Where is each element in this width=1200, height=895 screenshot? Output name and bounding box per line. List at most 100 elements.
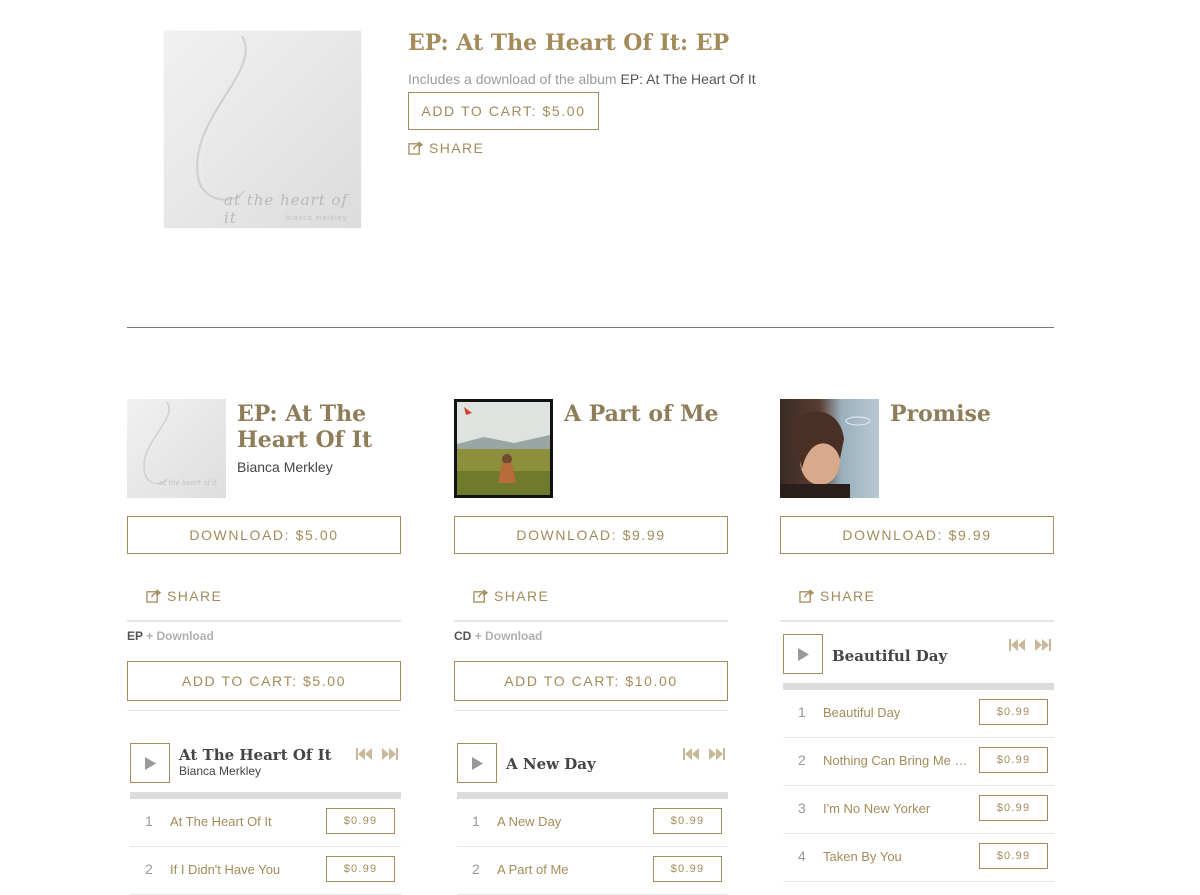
share-button[interactable]: SHARE	[799, 588, 875, 604]
play-icon	[471, 756, 483, 770]
track-row[interactable]: 1 A New Day $0.99	[457, 799, 728, 847]
share-label: SHARE	[820, 588, 876, 604]
album-thumb[interactable]	[780, 399, 879, 498]
track-name[interactable]: Taken By You	[823, 849, 973, 864]
thumb-landscape-art	[457, 402, 550, 495]
includes-prefix: Includes a download of the album	[408, 71, 617, 87]
track-name[interactable]: If I Didn't Have You	[170, 862, 320, 877]
skip-back-icon[interactable]	[356, 747, 372, 760]
track-name[interactable]: I'm No New Yorker	[823, 801, 973, 816]
share-button[interactable]: SHARE	[473, 588, 549, 604]
track-number: 1	[145, 813, 153, 829]
share-label: SHARE	[494, 588, 550, 604]
rule	[454, 620, 728, 622]
feature-title: EP: At The Heart Of It: EP	[408, 30, 730, 56]
player-track-artist: Bianca Merkley	[179, 764, 262, 778]
includes-album-link[interactable]: EP: At The Heart Of It	[620, 71, 755, 87]
player-track-name: A New Day	[506, 755, 596, 773]
track-list: 1 At The Heart Of It $0.99 2 If I Didn't…	[130, 799, 401, 895]
skip-forward-icon[interactable]	[382, 747, 398, 760]
feature-share-button[interactable]: SHARE	[408, 140, 484, 156]
track-number: 2	[472, 861, 480, 877]
progress-bar[interactable]	[783, 683, 1054, 690]
play-button[interactable]	[457, 743, 497, 783]
feature-includes: Includes a download of the album EP: At …	[408, 71, 756, 87]
format-type: EP	[127, 629, 143, 643]
skip-back-icon[interactable]	[683, 747, 699, 760]
rule	[127, 710, 401, 711]
album-card-promise: Promise DOWNLOAD: $9.99 SHARE Beautiful …	[780, 399, 1054, 882]
download-button[interactable]: DOWNLOAD: $9.99	[780, 516, 1054, 554]
section-divider	[127, 327, 1054, 328]
rule	[127, 620, 401, 622]
track-price-button[interactable]: $0.99	[979, 699, 1048, 725]
progress-bar[interactable]	[457, 792, 728, 799]
player-track-name: Beautiful Day	[832, 647, 948, 665]
cover-artist-text: bianca merkley	[286, 215, 348, 222]
download-button[interactable]: DOWNLOAD: $5.00	[127, 516, 401, 554]
track-list: 1 Beautiful Day $0.99 2 Nothing Can Brin…	[783, 690, 1054, 882]
skip-forward-icon[interactable]	[1035, 638, 1051, 651]
track-price-button[interactable]: $0.99	[979, 795, 1048, 821]
track-row[interactable]: 2 Nothing Can Bring Me D... $0.99	[783, 738, 1054, 786]
album-title[interactable]: EP: At The Heart Of It	[237, 401, 401, 453]
play-icon	[797, 647, 809, 661]
track-name[interactable]: A Part of Me	[497, 862, 647, 877]
track-row[interactable]: 1 Beautiful Day $0.99	[783, 690, 1054, 738]
album-title[interactable]: Promise	[890, 401, 1054, 427]
share-label: SHARE	[167, 588, 223, 604]
add-to-cart-button[interactable]: ADD TO CART: $5.00	[127, 661, 401, 701]
format-extra: + Download	[474, 629, 543, 643]
share-icon	[146, 589, 161, 603]
track-name[interactable]: Beautiful Day	[823, 705, 973, 720]
rule	[780, 620, 1054, 622]
share-icon	[408, 141, 423, 155]
track-row[interactable]: 4 Taken By You $0.99	[783, 834, 1054, 882]
format-label: EP + Download	[127, 629, 214, 643]
feature-add-to-cart-button[interactable]: ADD TO CART: $5.00	[408, 92, 599, 130]
track-name[interactable]: At The Heart Of It	[170, 814, 320, 829]
track-price-button[interactable]: $0.99	[653, 808, 722, 834]
format-label: CD + Download	[454, 629, 542, 643]
track-list: 1 A New Day $0.99 2 A Part of Me $0.99	[457, 799, 728, 895]
download-button[interactable]: DOWNLOAD: $9.99	[454, 516, 728, 554]
track-row[interactable]: 2 If I Didn't Have You $0.99	[130, 847, 401, 895]
thumb-swirl-art: at the heart of it	[143, 401, 217, 487]
album-thumb[interactable]	[454, 399, 553, 498]
album-thumb[interactable]: at the heart of it	[127, 399, 226, 498]
track-row[interactable]: 2 A Part of Me $0.99	[457, 847, 728, 895]
track-row[interactable]: 3 I'm No New Yorker $0.99	[783, 786, 1054, 834]
rule	[454, 710, 728, 711]
track-price-button[interactable]: $0.99	[326, 856, 395, 882]
track-number: 2	[145, 861, 153, 877]
track-price-button[interactable]: $0.99	[979, 747, 1048, 773]
share-label: SHARE	[429, 140, 485, 156]
skip-back-icon[interactable]	[1009, 638, 1025, 651]
share-icon	[799, 589, 814, 603]
album-card-ep: at the heart of it EP: At The Heart Of I…	[127, 399, 401, 895]
player-track-name: At The Heart Of It	[179, 746, 332, 764]
track-price-button[interactable]: $0.99	[979, 843, 1048, 869]
track-number: 1	[798, 704, 806, 720]
album-card-a-part-of-me: A Part of Me DOWNLOAD: $9.99 SHARE CD + …	[454, 399, 728, 895]
share-button[interactable]: SHARE	[146, 588, 222, 604]
album-title[interactable]: A Part of Me	[564, 401, 728, 427]
track-number: 3	[798, 800, 806, 816]
track-name[interactable]: A New Day	[497, 814, 647, 829]
track-price-button[interactable]: $0.99	[326, 808, 395, 834]
album-artist: Bianca Merkley	[237, 459, 333, 475]
track-name[interactable]: Nothing Can Bring Me D...	[823, 753, 973, 768]
play-button[interactable]	[783, 634, 823, 674]
feature-album-cover: at the heart of it bianca merkley	[164, 31, 361, 228]
track-number: 4	[798, 848, 806, 864]
play-button[interactable]	[130, 743, 170, 783]
play-icon	[144, 756, 156, 770]
format-type: CD	[454, 629, 472, 643]
progress-bar[interactable]	[130, 792, 401, 799]
skip-forward-icon[interactable]	[709, 747, 725, 760]
add-to-cart-button[interactable]: ADD TO CART: $10.00	[454, 661, 728, 701]
track-price-button[interactable]: $0.99	[653, 856, 722, 882]
track-number: 1	[472, 813, 480, 829]
svg-text:at the heart of it: at the heart of it	[159, 479, 217, 487]
track-row[interactable]: 1 At The Heart Of It $0.99	[130, 799, 401, 847]
